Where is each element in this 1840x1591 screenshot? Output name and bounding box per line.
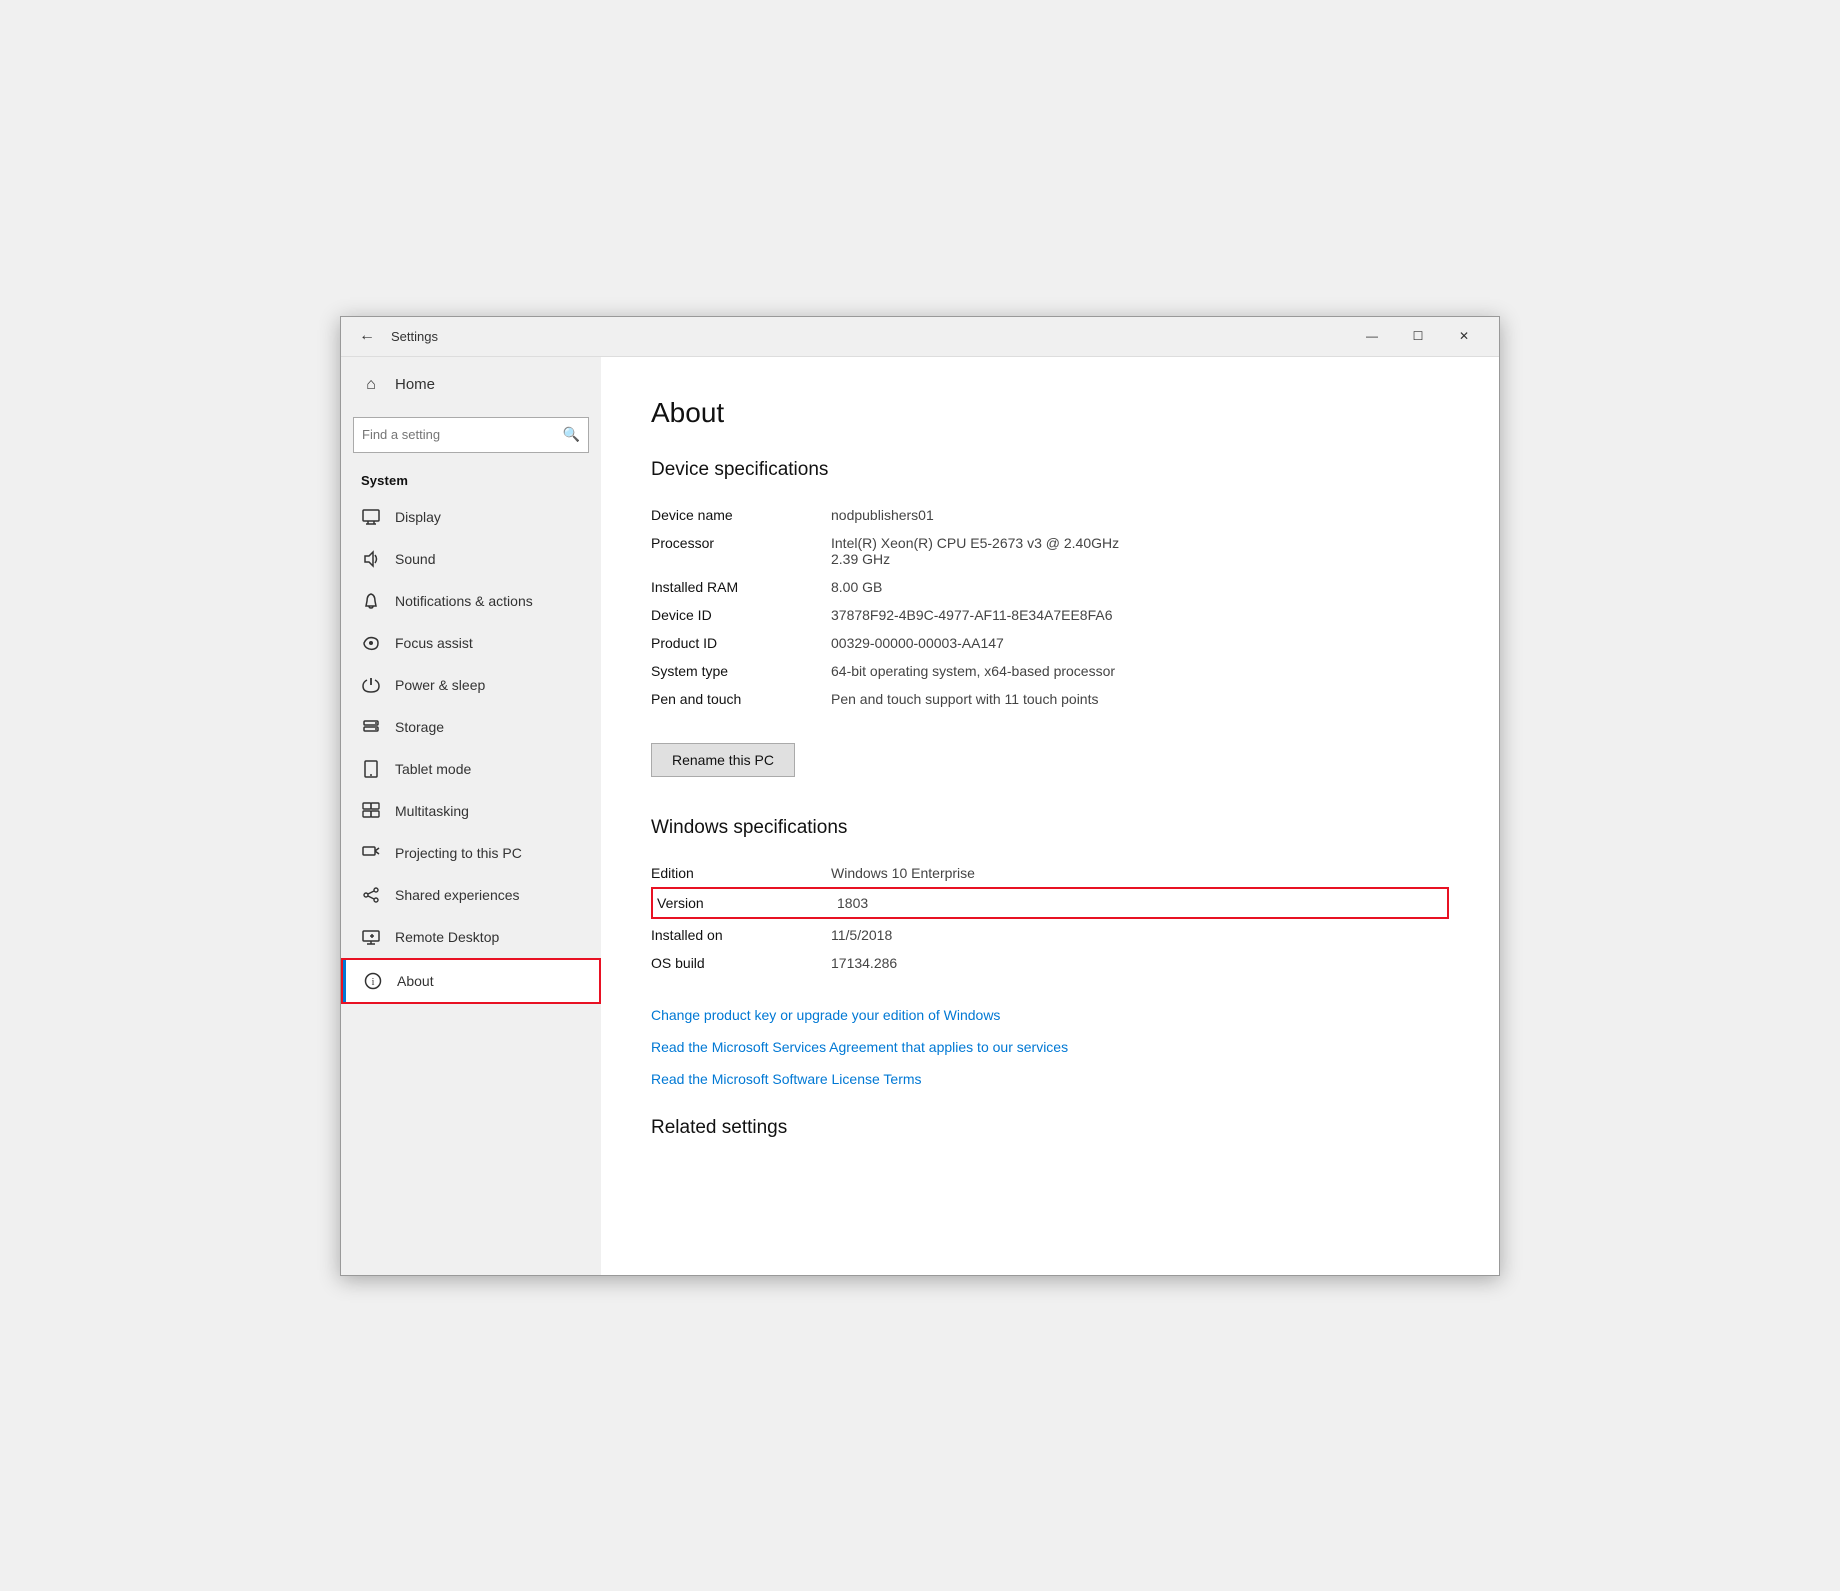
windows-link-0[interactable]: Change product key or upgrade your editi… <box>651 1007 1449 1023</box>
sidebar-item-label-tablet: Tablet mode <box>395 761 471 777</box>
maximize-button[interactable]: ☐ <box>1395 320 1441 352</box>
spec-label: Pen and touch <box>651 691 811 707</box>
sidebar-item-notifications[interactable]: Notifications & actions <box>341 580 601 622</box>
power-icon <box>361 675 381 695</box>
device-specs-heading: Device specifications <box>651 459 1449 481</box>
device-specs-table: Device name nodpublishers01 Processor In… <box>651 501 1449 713</box>
sidebar-item-label-focus: Focus assist <box>395 635 473 651</box>
spec-label: Installed RAM <box>651 579 811 595</box>
sidebar-item-storage[interactable]: Storage <box>341 706 601 748</box>
settings-window: ← Settings — ☐ ✕ ⌂ Home 🔍 System <box>340 316 1500 1276</box>
spec-label: OS build <box>651 955 811 971</box>
close-button[interactable]: ✕ <box>1441 320 1487 352</box>
sidebar-item-label-notifications: Notifications & actions <box>395 593 533 609</box>
sidebar-item-label-shared: Shared experiences <box>395 887 520 903</box>
spec-row: Device ID 37878F92-4B9C-4977-AF11-8E34A7… <box>651 601 1449 629</box>
rename-pc-button[interactable]: Rename this PC <box>651 743 795 777</box>
spec-label: Processor <box>651 535 811 567</box>
shared-icon <box>361 885 381 905</box>
display-icon <box>361 507 381 527</box>
sidebar-item-sound[interactable]: Sound <box>341 538 601 580</box>
spec-label: Device name <box>651 507 811 523</box>
minimize-button[interactable]: — <box>1349 320 1395 352</box>
sidebar-item-label-power: Power & sleep <box>395 677 485 693</box>
sidebar-item-label-sound: Sound <box>395 551 435 567</box>
sidebar-item-label-remote: Remote Desktop <box>395 929 499 945</box>
spec-row: Installed RAM 8.00 GB <box>651 573 1449 601</box>
spec-value: 37878F92-4B9C-4977-AF11-8E34A7EE8FA6 <box>831 607 1112 623</box>
storage-icon <box>361 717 381 737</box>
sound-icon <box>361 549 381 569</box>
sidebar-item-projecting[interactable]: Projecting to this PC <box>341 832 601 874</box>
sidebar-item-shared[interactable]: Shared experiences <box>341 874 601 916</box>
win-spec-row: Installed on 11/5/2018 <box>651 921 1449 949</box>
windows-link-2[interactable]: Read the Microsoft Software License Term… <box>651 1071 1449 1087</box>
spec-label: Device ID <box>651 607 811 623</box>
tablet-icon <box>361 759 381 779</box>
sidebar-item-about[interactable]: i About <box>341 958 601 1004</box>
spec-label: Installed on <box>651 927 811 943</box>
sidebar-item-home[interactable]: ⌂ Home <box>341 357 601 413</box>
spec-label: System type <box>651 663 811 679</box>
multitasking-icon <box>361 801 381 821</box>
windows-specs-table: Edition Windows 10 Enterprise Version 18… <box>651 859 1449 977</box>
sidebar-item-label-about: About <box>397 973 434 989</box>
sidebar-item-label-projecting: Projecting to this PC <box>395 845 522 861</box>
content-area: ⌂ Home 🔍 System Display Sound Notificati… <box>341 357 1499 1275</box>
sidebar-item-power[interactable]: Power & sleep <box>341 664 601 706</box>
home-icon: ⌂ <box>361 375 381 395</box>
focus-icon <box>361 633 381 653</box>
sidebar-item-label-multitasking: Multitasking <box>395 803 469 819</box>
spec-row: Pen and touch Pen and touch support with… <box>651 685 1449 713</box>
window-title: Settings <box>391 329 438 344</box>
back-button[interactable]: ← <box>353 322 381 350</box>
search-input[interactable] <box>362 427 563 442</box>
win-spec-row: Edition Windows 10 Enterprise <box>651 859 1449 887</box>
remote-icon <box>361 927 381 947</box>
search-icon: 🔍 <box>563 426 580 443</box>
svg-text:i: i <box>372 977 375 988</box>
sidebar-item-label-display: Display <box>395 509 441 525</box>
projecting-icon <box>361 843 381 863</box>
spec-row: System type 64-bit operating system, x64… <box>651 657 1449 685</box>
sidebar-item-remote[interactable]: Remote Desktop <box>341 916 601 958</box>
spec-value: Pen and touch support with 11 touch poin… <box>831 691 1098 707</box>
win-spec-row: OS build 17134.286 <box>651 949 1449 977</box>
spec-row: Product ID 00329-00000-00003-AA147 <box>651 629 1449 657</box>
main-content: About Device specifications Device name … <box>601 357 1499 1275</box>
spec-value: 11/5/2018 <box>831 927 892 943</box>
spec-label: Version <box>657 895 817 911</box>
sidebar-item-label-storage: Storage <box>395 719 444 735</box>
sidebar-item-tablet[interactable]: Tablet mode <box>341 748 601 790</box>
spec-value: 1803 <box>837 895 868 911</box>
sidebar: ⌂ Home 🔍 System Display Sound Notificati… <box>341 357 601 1275</box>
about-icon: i <box>363 971 383 991</box>
win-spec-row-highlighted: Version 1803 <box>651 887 1449 919</box>
spec-value: 64-bit operating system, x64-based proce… <box>831 663 1115 679</box>
spec-value: 17134.286 <box>831 955 897 971</box>
windows-specs-heading: Windows specifications <box>651 817 1449 839</box>
spec-label: Edition <box>651 865 811 881</box>
windows-link-1[interactable]: Read the Microsoft Services Agreement th… <box>651 1039 1449 1055</box>
spec-row: Processor Intel(R) Xeon(R) CPU E5-2673 v… <box>651 529 1449 573</box>
title-bar: ← Settings — ☐ ✕ <box>341 317 1499 357</box>
spec-value: nodpublishers01 <box>831 507 934 523</box>
spec-value: 8.00 GB <box>831 579 882 595</box>
sidebar-item-display[interactable]: Display <box>341 496 601 538</box>
sidebar-item-multitasking[interactable]: Multitasking <box>341 790 601 832</box>
notifications-icon <box>361 591 381 611</box>
related-settings-heading: Related settings <box>651 1117 1449 1139</box>
page-title: About <box>651 397 1449 429</box>
search-box: 🔍 <box>353 417 589 453</box>
spec-value: 00329-00000-00003-AA147 <box>831 635 1004 651</box>
sidebar-section-system: System <box>341 469 601 496</box>
spec-row: Device name nodpublishers01 <box>651 501 1449 529</box>
spec-value: Windows 10 Enterprise <box>831 865 975 881</box>
spec-value: Intel(R) Xeon(R) CPU E5-2673 v3 @ 2.40GH… <box>831 535 1119 567</box>
sidebar-home-label: Home <box>395 376 435 393</box>
sidebar-item-focus[interactable]: Focus assist <box>341 622 601 664</box>
spec-label: Product ID <box>651 635 811 651</box>
